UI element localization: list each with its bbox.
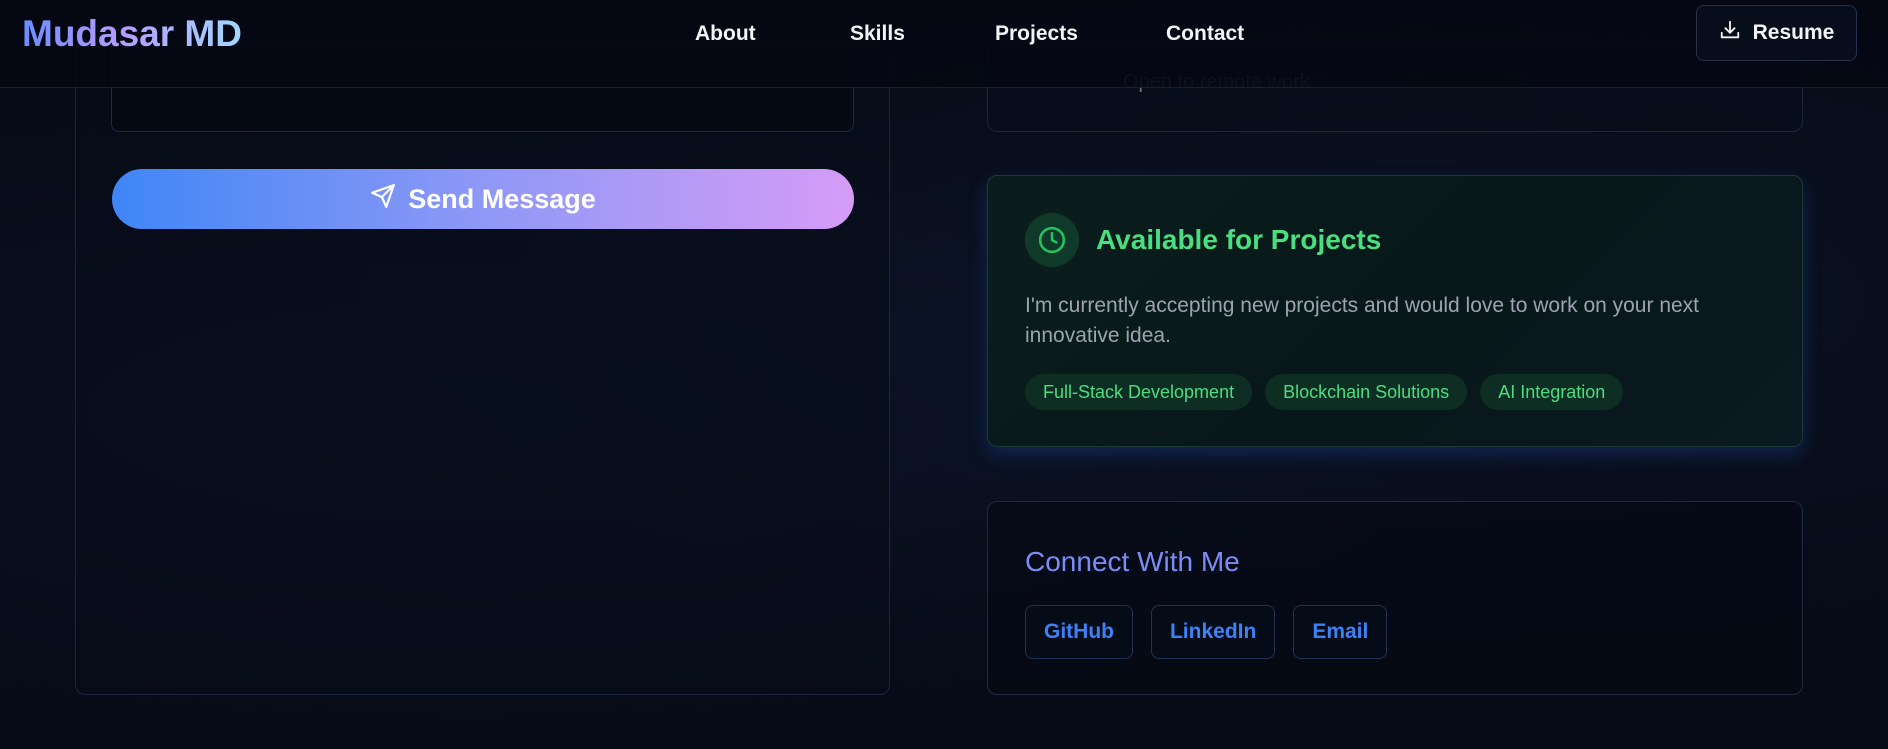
nav-links: About Skills Projects Contact <box>695 22 1244 46</box>
tag-ai-integration: AI Integration <box>1480 374 1624 410</box>
nav-contact[interactable]: Contact <box>1166 22 1244 46</box>
tag-blockchain: Blockchain Solutions <box>1265 374 1468 410</box>
connect-card: Connect With Me GitHub LinkedIn Email <box>987 501 1803 695</box>
connect-title: Connect With Me <box>1025 546 1240 577</box>
nav-about[interactable]: About <box>695 22 850 46</box>
nav-skills[interactable]: Skills <box>850 22 995 46</box>
service-tags: Full-Stack Development Blockchain Soluti… <box>1025 374 1624 410</box>
send-message-label: Send Message <box>408 183 596 214</box>
page: Send Message Open to remote work Availab… <box>0 0 1888 749</box>
logo[interactable]: Mudasar MD <box>22 12 242 56</box>
send-icon <box>370 183 396 216</box>
resume-label: Resume <box>1752 21 1835 44</box>
contact-form-card <box>75 40 890 695</box>
email-link[interactable]: Email <box>1293 605 1388 659</box>
nav-projects[interactable]: Projects <box>995 22 1166 46</box>
linkedin-link[interactable]: LinkedIn <box>1150 605 1276 659</box>
github-link[interactable]: GitHub <box>1025 605 1133 659</box>
availability-card: Available for Projects I'm currently acc… <box>987 175 1803 447</box>
social-links: GitHub LinkedIn Email <box>1025 605 1388 659</box>
resume-button[interactable]: Resume <box>1696 5 1857 61</box>
clock-icon <box>1025 213 1079 267</box>
download-icon <box>1719 19 1741 47</box>
tag-full-stack: Full-Stack Development <box>1025 374 1253 410</box>
availability-title: Available for Projects <box>1096 224 1382 255</box>
navbar: Mudasar MD About Skills Projects Contact… <box>0 0 1888 88</box>
send-message-button[interactable]: Send Message <box>112 169 854 229</box>
availability-description: I'm currently accepting new projects and… <box>1025 294 1700 347</box>
